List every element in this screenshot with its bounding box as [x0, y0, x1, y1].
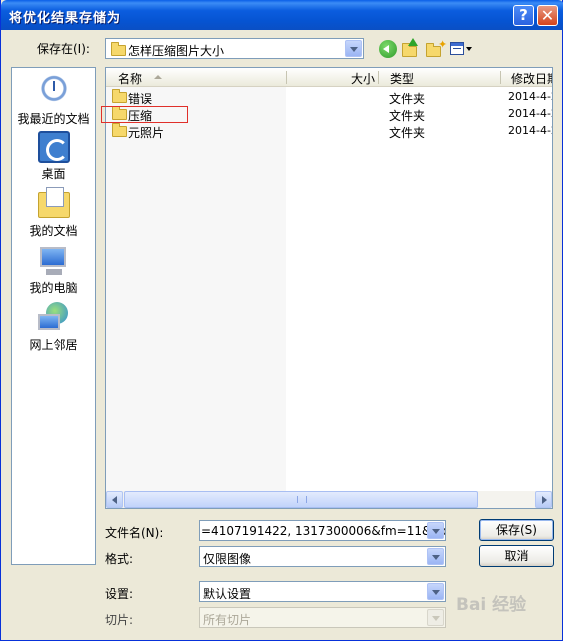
chevron-down-icon[interactable] — [345, 40, 362, 57]
item-type: 文件夹 — [389, 126, 426, 140]
filename-input[interactable]: =4107191422, 1317300006&fm=11&gp=0.gif — [199, 520, 446, 541]
window-title: 将优化结果存储为 — [9, 11, 122, 26]
item-type: 文件夹 — [389, 109, 426, 123]
place-label: 我的文档 — [29, 224, 78, 238]
place-label: 我的电脑 — [29, 281, 78, 295]
save-in-label: 保存在(I): — [37, 42, 90, 56]
place-my-computer[interactable]: 我的电脑 — [12, 245, 95, 295]
chevron-down-icon — [427, 609, 444, 626]
back-icon[interactable] — [379, 40, 397, 58]
save-in-dropdown[interactable]: 怎样压缩图片大小 — [105, 38, 364, 59]
chevron-down-icon[interactable] — [427, 522, 444, 539]
settings-label: 设置: — [105, 587, 134, 601]
watermark: Bai 经验 — [456, 595, 527, 615]
new-folder-icon[interactable]: ✦ — [426, 38, 447, 58]
chevron-down-icon[interactable] — [427, 583, 444, 600]
column-size[interactable]: 大小 — [351, 70, 375, 87]
format-value: 仅限图像 — [203, 552, 252, 566]
place-my-documents[interactable]: 我的文档 — [12, 187, 95, 238]
item-name: 错误 — [128, 92, 153, 106]
annotation-highlight-box — [101, 106, 188, 123]
scroll-left-icon[interactable] — [106, 491, 123, 508]
item-date: 2014-4-2 — [508, 124, 553, 137]
scrollbar-thumb[interactable] — [124, 491, 478, 508]
cancel-button[interactable]: 取消 — [479, 545, 554, 567]
my-documents-icon — [38, 187, 70, 218]
place-label: 桌面 — [41, 167, 66, 181]
desktop-icon — [38, 131, 70, 163]
slices-dropdown: 所有切片 — [199, 607, 446, 628]
sort-ascending-icon — [154, 75, 162, 79]
slices-label: 切片: — [105, 613, 134, 627]
item-name: 元照片 — [128, 126, 165, 140]
place-desktop[interactable]: 桌面 — [12, 131, 95, 181]
places-bar: 我最近的文档 桌面 我的文档 我的电脑 网上邻居 — [11, 67, 96, 565]
column-modified[interactable]: 修改日期 — [511, 70, 552, 87]
place-label: 我最近的文档 — [17, 112, 90, 126]
list-header: 名称 大小 类型 修改日期 — [106, 68, 552, 87]
settings-value: 默认设置 — [203, 587, 252, 601]
item-date: 2014-4-2 — [508, 107, 553, 120]
slices-value: 所有切片 — [203, 613, 252, 627]
file-list: 名称 大小 类型 修改日期 错误 文件夹 2014-4-2 压缩 文件夹 201… — [105, 67, 553, 509]
title-bar[interactable]: 将优化结果存储为 ? ✕ — [1, 0, 563, 30]
my-computer-icon — [38, 245, 70, 277]
view-menu-icon[interactable] — [450, 40, 474, 58]
folder-icon — [111, 42, 126, 56]
item-date: 2014-4-2 — [508, 90, 553, 103]
column-name[interactable]: 名称 — [118, 70, 142, 87]
column-type[interactable]: 类型 — [390, 70, 414, 87]
place-label: 网上邻居 — [29, 338, 78, 352]
chevron-down-icon[interactable] — [427, 548, 444, 565]
save-dialog-window: 将优化结果存储为 ? ✕ 保存在(I): 怎样压缩图片大小 ✦ 我最近的文档 桌… — [0, 0, 563, 641]
format-label: 格式: — [105, 552, 134, 566]
folder-icon — [112, 89, 127, 103]
save-button[interactable]: 保存(S) — [479, 519, 554, 541]
place-recent-documents[interactable]: 我最近的文档 — [12, 74, 95, 126]
scroll-right-icon[interactable] — [535, 491, 552, 508]
network-places-icon — [38, 302, 70, 334]
recent-documents-icon — [38, 74, 70, 106]
close-button[interactable]: ✕ — [537, 5, 558, 26]
folder-icon — [112, 123, 127, 137]
list-item[interactable]: 元照片 文件夹 2014-4-2 — [106, 123, 553, 140]
up-folder-icon[interactable] — [402, 38, 420, 58]
place-network[interactable]: 网上邻居 — [12, 302, 95, 352]
folder-icon — [402, 43, 417, 57]
filename-label: 文件名(N): — [105, 526, 164, 540]
list-item[interactable]: 错误 文件夹 2014-4-2 — [106, 89, 553, 106]
help-button[interactable]: ? — [513, 5, 534, 26]
format-dropdown[interactable]: 仅限图像 — [199, 546, 446, 567]
filename-value: =4107191422, 1317300006&fm=11&gp=0.gif — [201, 524, 445, 538]
save-in-location: 怎样压缩图片大小 — [128, 44, 225, 58]
settings-dropdown[interactable]: 默认设置 — [199, 581, 446, 602]
item-type: 文件夹 — [389, 92, 426, 106]
horizontal-scrollbar[interactable] — [106, 491, 552, 508]
